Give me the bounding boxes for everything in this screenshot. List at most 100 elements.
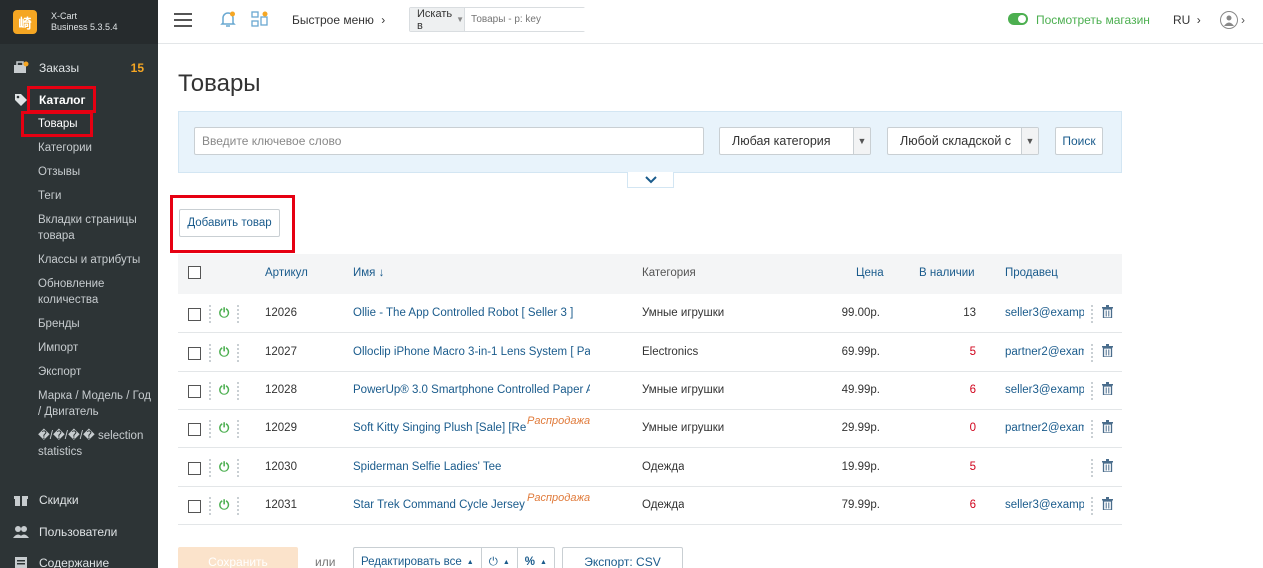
brand[interactable]: 崎 X-Cart Business 5.3.5.4 bbox=[0, 0, 158, 44]
chevron-down-icon: ▼ bbox=[853, 128, 870, 154]
trash-icon[interactable] bbox=[1102, 497, 1113, 513]
sort-vendor-header[interactable]: Продавец bbox=[1005, 267, 1058, 279]
vendor-link[interactable]: partner2@example.com bbox=[1005, 422, 1084, 434]
user-avatar-icon[interactable] bbox=[1220, 11, 1238, 29]
sort-name-header[interactable]: Имя ↓ bbox=[353, 267, 384, 279]
search-button[interactable]: Поиск bbox=[1055, 127, 1103, 155]
price-cell[interactable]: 99.00р. bbox=[798, 307, 880, 319]
table-row: ⏻ 12030 Spiderman Selfie Ladies' Tee Одежда… bbox=[178, 449, 1122, 487]
search-scope-label: Искать в bbox=[417, 7, 453, 32]
sidebar-subitem-brands[interactable]: Бренды bbox=[38, 316, 153, 332]
view-store-link[interactable]: Посмотреть магазин bbox=[1036, 13, 1150, 27]
row-checkbox[interactable] bbox=[188, 500, 201, 513]
power-icon[interactable]: ⏻ bbox=[219, 382, 229, 398]
store-toggle[interactable] bbox=[1008, 13, 1028, 25]
sidebar-subitem-tags[interactable]: Теги bbox=[38, 188, 153, 204]
sidebar-subitem-categories[interactable]: Категории bbox=[38, 140, 153, 156]
qty-cell[interactable]: 6 bbox=[938, 384, 976, 396]
export-csv-button[interactable]: Экспорт: CSV bbox=[562, 547, 683, 568]
sidebar-subitem-export[interactable]: Экспорт bbox=[38, 364, 153, 380]
keyword-input[interactable]: Введите ключевое слово bbox=[194, 127, 704, 155]
vendor-link[interactable]: seller3@example.com bbox=[1005, 307, 1084, 319]
product-name-link[interactable]: Olloclip iPhone Macro 3-in-1 Lens System… bbox=[353, 346, 590, 358]
expand-filters-toggle[interactable] bbox=[627, 172, 674, 188]
sidebar-item-content[interactable]: Содержание bbox=[0, 552, 158, 568]
discount-button[interactable]: % ▲ bbox=[518, 548, 554, 568]
row-checkbox[interactable] bbox=[188, 347, 201, 360]
product-name-link[interactable]: Spiderman Selfie Ladies' Tee bbox=[353, 461, 590, 473]
percent-icon: % bbox=[524, 556, 535, 568]
toggle-enabled-button[interactable]: ⏻ ▲ bbox=[482, 548, 518, 568]
sidebar-subitem-update-quantity[interactable]: Обновление количества bbox=[38, 276, 153, 308]
row-checkbox[interactable] bbox=[188, 385, 201, 398]
price-cell[interactable]: 49.99р. bbox=[798, 384, 880, 396]
drag-handle[interactable] bbox=[237, 305, 239, 323]
drag-handle[interactable] bbox=[237, 459, 239, 477]
save-button[interactable]: Сохранить bbox=[178, 547, 298, 568]
qty-cell[interactable]: 13 bbox=[938, 307, 976, 319]
trash-icon[interactable] bbox=[1102, 305, 1113, 321]
hamburger-menu-icon[interactable] bbox=[174, 13, 192, 27]
quick-menu[interactable]: Быстрое меню › bbox=[292, 13, 385, 27]
drag-handle[interactable] bbox=[237, 497, 239, 515]
product-name-link[interactable]: PowerUp® 3.0 Smartphone Controlled Paper… bbox=[353, 384, 590, 396]
sidebar-subitem-make-model-year[interactable]: Марка / Модель / Год / Двигатель bbox=[38, 388, 153, 420]
qty-cell[interactable]: 6 bbox=[938, 499, 976, 511]
drag-handle[interactable] bbox=[237, 344, 239, 362]
sort-price-header[interactable]: Цена bbox=[856, 267, 884, 279]
sidebar-item-label: Пользователи bbox=[39, 525, 118, 539]
sidebar-subitem-classes-attributes[interactable]: Классы и атрибуты bbox=[38, 252, 153, 268]
qty-cell[interactable]: 5 bbox=[938, 461, 976, 473]
sku-cell: 12028 bbox=[265, 384, 297, 396]
add-product-button[interactable]: Добавить товар bbox=[179, 209, 280, 237]
drag-handle[interactable] bbox=[237, 382, 239, 400]
global-search-input[interactable] bbox=[465, 8, 604, 31]
category-select[interactable]: Любая категория ▼ bbox=[719, 127, 871, 155]
power-icon[interactable]: ⏻ bbox=[219, 459, 229, 475]
sort-sku-header[interactable]: Артикул bbox=[265, 267, 308, 279]
sidebar-item-discounts[interactable]: Скидки bbox=[0, 489, 158, 511]
qty-cell[interactable]: 0 bbox=[938, 422, 976, 434]
stock-status-select[interactable]: Любой складской с ▼ bbox=[887, 127, 1039, 155]
trash-icon[interactable] bbox=[1102, 459, 1113, 475]
drag-handle[interactable] bbox=[237, 420, 239, 438]
sidebar-subitem-reviews[interactable]: Отзывы bbox=[38, 164, 153, 180]
price-cell[interactable]: 69.99р. bbox=[798, 346, 880, 358]
vendor-link[interactable]: partner2@example.com bbox=[1005, 346, 1084, 358]
sidebar-item-users[interactable]: Пользователи bbox=[0, 521, 158, 543]
row-checkbox[interactable] bbox=[188, 308, 201, 321]
trash-icon[interactable] bbox=[1102, 420, 1113, 436]
power-icon[interactable]: ⏻ bbox=[219, 344, 229, 360]
divider bbox=[209, 305, 211, 323]
power-icon[interactable]: ⏻ bbox=[219, 305, 229, 321]
sale-badge: Распродажа bbox=[527, 415, 591, 427]
power-icon[interactable]: ⏻ bbox=[219, 420, 229, 436]
price-cell[interactable]: 29.99р. bbox=[798, 422, 880, 434]
price-cell[interactable]: 19.99р. bbox=[798, 461, 880, 473]
vendor-link[interactable]: seller3@example.com bbox=[1005, 384, 1084, 396]
divider bbox=[1091, 420, 1093, 438]
sidebar-subitem-product-tabs[interactable]: Вкладки страницы товара bbox=[38, 212, 153, 244]
sidebar-item-orders[interactable]: Заказы 15 bbox=[0, 57, 158, 79]
select-all-checkbox[interactable] bbox=[188, 266, 201, 279]
trash-icon[interactable] bbox=[1102, 382, 1113, 398]
vendor-link[interactable]: seller3@example.com bbox=[1005, 499, 1084, 511]
product-name-link[interactable]: Ollie - The App Controlled Robot [ Selle… bbox=[353, 307, 590, 319]
sidebar-subitem-selection-statistics[interactable]: �/�/�/� selection statistics bbox=[38, 428, 153, 460]
row-checkbox[interactable] bbox=[188, 462, 201, 475]
edit-all-button[interactable]: Редактировать все ▲ bbox=[354, 548, 482, 568]
trash-icon[interactable] bbox=[1102, 344, 1113, 360]
bell-icon[interactable] bbox=[220, 11, 236, 33]
power-icon[interactable]: ⏻ bbox=[219, 497, 229, 513]
divider bbox=[1091, 497, 1093, 515]
language-selector[interactable]: RU › bbox=[1173, 13, 1201, 27]
qty-cell[interactable]: 5 bbox=[938, 346, 976, 358]
search-scope-dropdown[interactable]: Искать в ▼ bbox=[410, 7, 466, 32]
price-cell[interactable]: 79.99р. bbox=[798, 499, 880, 511]
divider bbox=[1091, 382, 1093, 400]
stock-select-value: Любой складской с bbox=[900, 134, 1012, 148]
row-checkbox[interactable] bbox=[188, 423, 201, 436]
sidebar-subitem-import[interactable]: Импорт bbox=[38, 340, 153, 356]
sort-qty-header[interactable]: В наличии bbox=[919, 267, 975, 279]
sitemap-icon[interactable] bbox=[251, 11, 269, 33]
